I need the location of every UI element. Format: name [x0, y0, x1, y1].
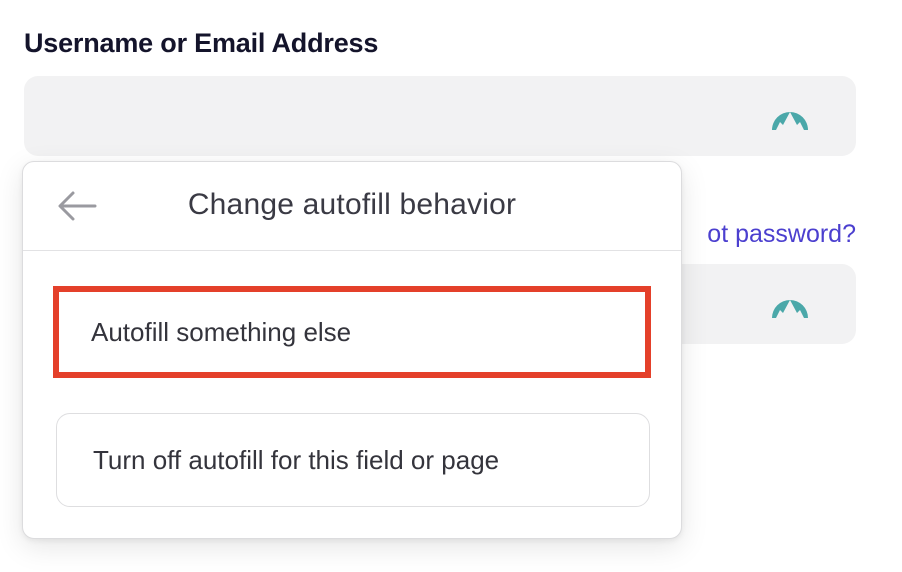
turn-off-autofill-option[interactable]: Turn off autofill for this field or page — [56, 413, 650, 507]
nordpass-icon[interactable] — [769, 98, 811, 132]
username-label: Username or Email Address — [24, 28, 379, 58]
autofill-something-else-option[interactable]: Autofill something else — [53, 286, 651, 378]
forgot-password-link[interactable]: ot password? — [707, 220, 856, 249]
option-label: Autofill something else — [91, 316, 352, 347]
nordpass-icon[interactable] — [769, 286, 811, 320]
popup-title: Change autofill behavior — [187, 188, 517, 221]
username-field[interactable] — [24, 76, 856, 156]
popup-header: Change autofill behavior — [23, 162, 681, 251]
option-label: Turn off autofill for this field or page — [93, 444, 500, 475]
autofill-behavior-popup: Change autofill behavior Autofill someth… — [22, 161, 682, 539]
